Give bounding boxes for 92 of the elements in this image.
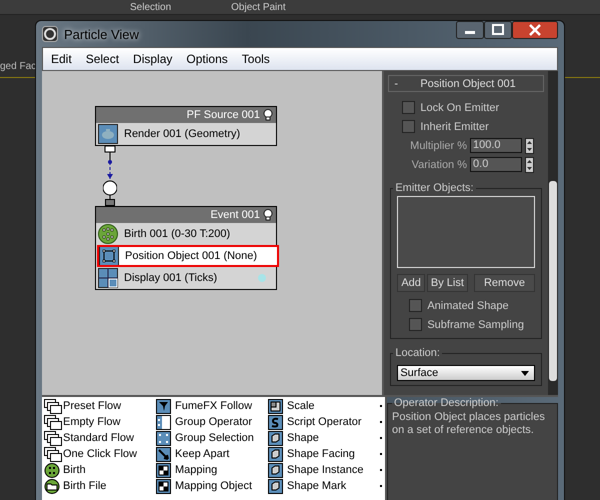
dropdown-arrow-icon	[521, 370, 530, 376]
checkbox[interactable]	[409, 299, 422, 312]
depot-item[interactable]: Script Operator	[268, 414, 380, 430]
menu-item[interactable]: Select	[86, 52, 120, 66]
emitter-list[interactable]	[397, 196, 536, 268]
depot-item[interactable]: Preset Flow	[44, 398, 156, 414]
background-menu-item[interactable]: Object Paint	[231, 2, 286, 12]
operator-description: Position Object places particles on a set of reference objects.	[392, 411, 546, 437]
checker-icon	[156, 478, 174, 494]
spinner-field[interactable]: 100.0	[470, 138, 522, 153]
input-port-icon	[105, 199, 115, 206]
maximize-icon[interactable]	[484, 21, 512, 39]
operator-label: Display 001 (Ticks)	[124, 272, 218, 284]
depot-item[interactable]: Birth File	[44, 478, 156, 494]
checkbox[interactable]	[402, 101, 416, 114]
checkbox[interactable]	[409, 318, 422, 331]
checkbox-label: Animated Shape	[427, 300, 509, 312]
menu-item[interactable]: Display	[133, 52, 172, 66]
depot-item[interactable]: Shape Instance	[268, 462, 380, 478]
operator-label: Render 001 (Geometry)	[124, 128, 240, 140]
app-logo-icon	[42, 26, 58, 42]
depot-item[interactable]: Empty Flow	[44, 414, 156, 430]
node-title: Event 001	[210, 209, 260, 221]
birth-icon	[98, 224, 118, 244]
depot-item[interactable]: Shape Mark	[268, 478, 380, 494]
depot-item[interactable]: Group Operator	[156, 414, 268, 430]
depot-item[interactable]: One Click Flow	[44, 446, 156, 462]
menu-item[interactable]: Tools	[242, 52, 270, 66]
panel-button[interactable]: Add	[397, 274, 425, 292]
rollout-title: Position Object 001	[419, 78, 517, 90]
depot-item[interactable]: FumeFX Follow	[156, 398, 268, 414]
tornado-icon	[156, 398, 174, 414]
rollout-header[interactable]: - Position Object 001	[388, 75, 544, 92]
menu-item[interactable]: Edit	[51, 52, 72, 66]
depot-item[interactable]: Mapping	[156, 462, 268, 478]
depot-item[interactable]: Shape Facing	[268, 446, 380, 462]
group-label: Location:	[394, 347, 441, 359]
menu-item[interactable]: Options	[186, 52, 228, 66]
keep-apart-icon	[156, 446, 174, 462]
checkbox[interactable]	[402, 120, 416, 133]
window-title: Particle View	[64, 26, 139, 42]
scrollbar[interactable]	[548, 71, 558, 395]
checkbox-label: Lock On Emitter	[420, 102, 500, 114]
group-operator-icon	[156, 414, 174, 430]
spinner-field[interactable]: 0.0	[470, 157, 522, 172]
position-object-icon	[99, 246, 119, 266]
spinner-arrows-icon[interactable]	[525, 138, 534, 154]
collapse-toggle[interactable]: -	[394, 78, 398, 90]
checker-icon	[156, 462, 174, 478]
cube-icon	[268, 478, 286, 494]
spinner-label: Multiplier %	[410, 140, 468, 152]
teapot-icon	[98, 124, 118, 144]
depot-item[interactable]: Scale	[268, 398, 380, 414]
operator-row[interactable]: Display 001 (Ticks)	[96, 267, 276, 289]
spinner-arrows-icon[interactable]	[525, 156, 534, 172]
group-selection-icon	[156, 430, 174, 446]
operator-row[interactable]: Birth 001 (0-30 T:200)	[96, 223, 276, 245]
display-icon	[98, 268, 118, 288]
display-color-dot	[258, 274, 266, 282]
depot-item[interactable]: Birth	[44, 462, 156, 478]
lightbulb-icon[interactable]	[263, 109, 273, 121]
spinner-label: Variation %	[412, 158, 468, 170]
close-icon[interactable]	[512, 21, 558, 39]
depot-item[interactable]: Standard Flow	[44, 430, 156, 446]
script-icon	[268, 414, 286, 430]
birth-icon	[44, 462, 62, 478]
viewport-label: ged Fac	[0, 61, 36, 72]
panel-button[interactable]: By List	[426, 274, 468, 292]
depot-item[interactable]: Group Selection	[156, 430, 268, 446]
scale-icon	[268, 398, 286, 414]
depot-item[interactable]: Mapping Object	[156, 478, 268, 494]
panel-button[interactable]: Remove	[474, 274, 536, 292]
group-label: Emitter Objects:	[394, 182, 475, 194]
cube-icon	[268, 446, 286, 462]
operator-row[interactable]: Render 001 (Geometry)	[96, 123, 276, 145]
background-menu-item[interactable]: Selection	[130, 2, 172, 12]
operator-row[interactable]: Position Object 001 (None)	[97, 245, 279, 267]
event-node[interactable]: Event 001 Birth 001 (0-30 T:200) Position Object 001 (None) Display 001 (Ticks)	[95, 206, 277, 290]
cube-icon	[268, 430, 286, 446]
cube-icon	[268, 462, 286, 478]
node-title: PF Source 001	[186, 109, 260, 121]
lightbulb-icon[interactable]	[263, 209, 273, 221]
event-node[interactable]: PF Source 001 Render 001 (Geometry)	[95, 106, 277, 146]
minimize-icon[interactable]	[456, 21, 484, 39]
checkbox-label: Subframe Sampling	[427, 318, 524, 330]
operator-label: Birth 001 (0-30 T:200)	[124, 228, 230, 240]
operator-label: Position Object 001 (None)	[125, 250, 258, 262]
location-dropdown[interactable]: Surface	[397, 365, 536, 381]
group-label: Operator Description:	[393, 397, 500, 409]
checkbox-label: Inherit Emitter	[420, 120, 489, 132]
depot-item[interactable]: Keep Apart	[156, 446, 268, 462]
depot-item[interactable]: Shape	[268, 430, 380, 446]
